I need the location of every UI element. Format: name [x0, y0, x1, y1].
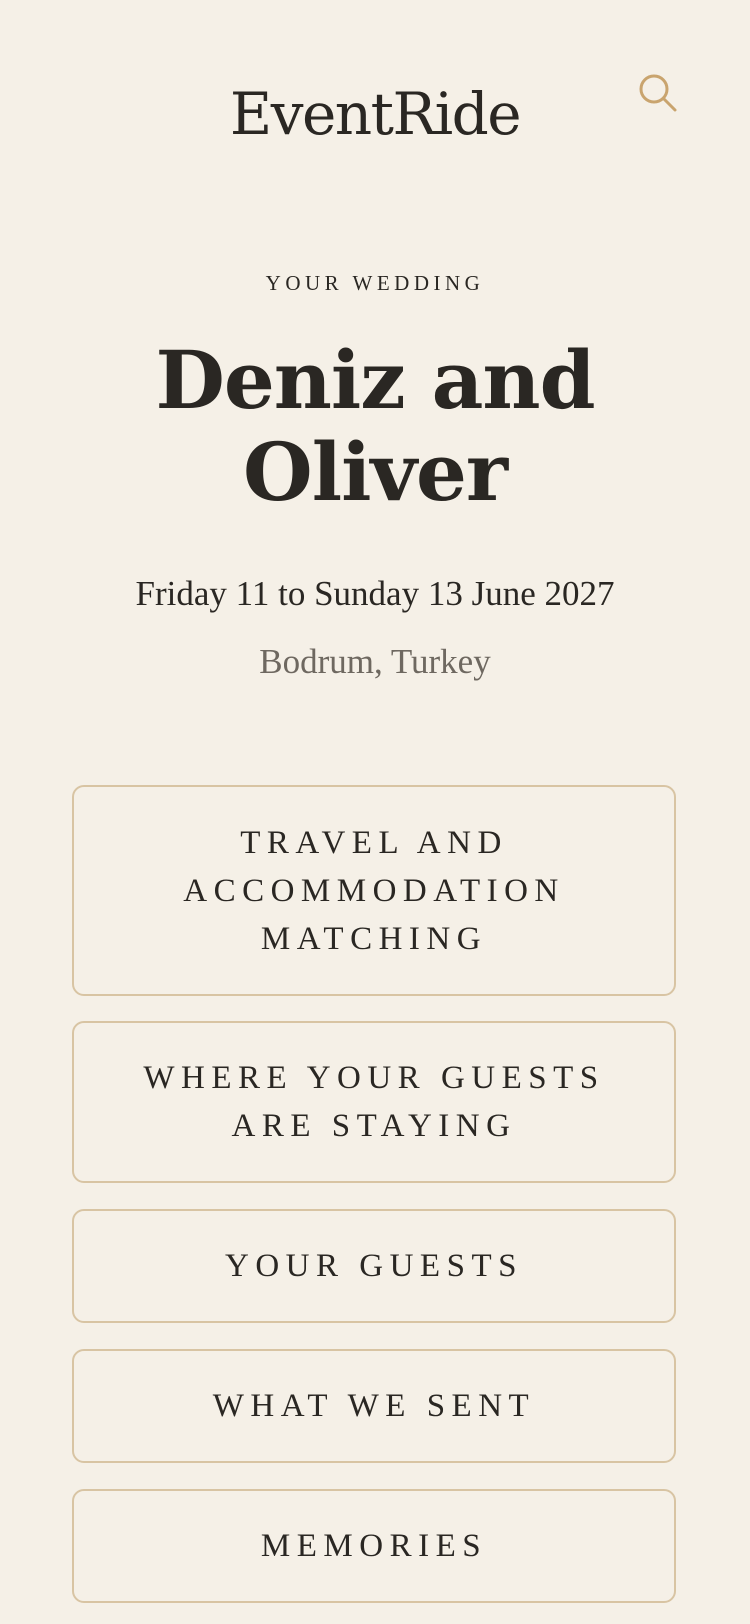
menu-card-label: TRAVEL AND ACCOMMODATION MATCHING	[183, 824, 565, 957]
menu-card-your-guests[interactable]: YOUR GUESTS	[72, 1209, 676, 1323]
menu-card-memories[interactable]: MEMORIES	[72, 1489, 676, 1603]
page-eyebrow: YOUR WEDDING	[265, 271, 485, 295]
event-location: Bodrum, Turkey	[259, 642, 491, 681]
menu-card-label: MEMORIES	[260, 1528, 488, 1564]
page-title: Deniz and Oliver	[75, 334, 675, 518]
search-icon	[636, 72, 680, 116]
menu-card-label: WHERE YOUR GUESTS ARE STAYING	[143, 1060, 605, 1144]
couple-name-line1: Deniz and	[155, 333, 595, 427]
event-dates: Friday 11 to Sunday 13 June 2027	[135, 574, 615, 613]
couple-name-line2: Oliver	[243, 425, 508, 519]
menu-card-label: YOUR GUESTS	[225, 1248, 523, 1284]
menu-card-guest-stays[interactable]: WHERE YOUR GUESTS ARE STAYING	[72, 1021, 676, 1183]
menu-card-travel-accommodation[interactable]: TRAVEL AND ACCOMMODATION MATCHING	[72, 785, 676, 996]
search-button[interactable]	[636, 72, 680, 116]
menu-card-label: WHAT WE SENT	[212, 1388, 536, 1424]
menu-card-what-we-sent[interactable]: WHAT WE SENT	[72, 1349, 676, 1463]
